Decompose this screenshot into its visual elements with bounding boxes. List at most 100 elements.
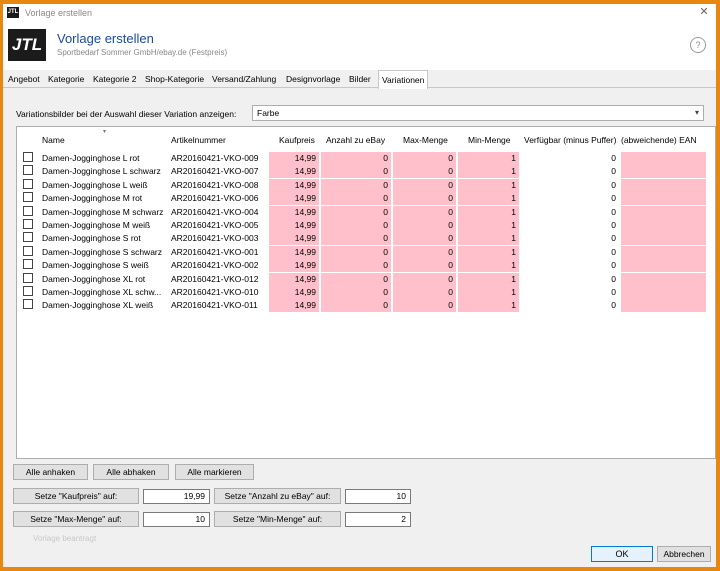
cell-max[interactable]: 0 (393, 165, 456, 179)
cell-qty-ebay[interactable]: 0 (321, 299, 391, 313)
set-qty-ebay-button[interactable]: Setze "Anzahl zu eBay" auf: (214, 488, 341, 504)
tab-kategorie[interactable]: Kategorie (45, 72, 87, 87)
cell-qty-ebay[interactable]: 0 (321, 232, 391, 246)
set-min-input[interactable]: 2 (345, 512, 411, 527)
set-qty-ebay-input[interactable]: 10 (345, 489, 411, 504)
tab-variationen[interactable]: Variationen (378, 70, 429, 89)
table-row[interactable]: Damen-Jogginghose M rot AR20160421-VKO-00… (17, 192, 715, 206)
set-price-button[interactable]: Setze "Kaufpreis" auf: (13, 488, 139, 504)
cell-price[interactable]: 14,99 (269, 165, 319, 179)
cell-price[interactable]: 14,99 (269, 205, 319, 219)
table-row[interactable]: Damen-Jogginghose L rot AR20160421-VKO-00… (17, 152, 715, 165)
row-checkbox[interactable] (23, 165, 33, 176)
cell-max[interactable]: 0 (393, 286, 456, 299)
cell-ean[interactable] (621, 259, 706, 273)
cell-min[interactable]: 1 (458, 205, 519, 219)
cell-qty-ebay[interactable]: 0 (321, 192, 391, 206)
cell-ean[interactable] (621, 232, 706, 246)
row-checkbox[interactable] (23, 232, 33, 243)
cell-ean[interactable] (621, 286, 706, 299)
row-checkbox[interactable] (23, 192, 33, 203)
cell-price[interactable]: 14,99 (269, 245, 319, 259)
tab-angebot[interactable]: Angebot (5, 72, 43, 87)
cell-max[interactable]: 0 (393, 152, 456, 165)
select-all-button[interactable]: Alle markieren (175, 464, 254, 480)
cell-ean[interactable] (621, 165, 706, 179)
cell-min[interactable]: 1 (458, 245, 519, 259)
row-checkbox[interactable] (23, 219, 33, 229)
cell-max[interactable]: 0 (393, 178, 456, 192)
cell-max[interactable]: 0 (393, 192, 456, 206)
cell-price[interactable]: 14,99 (269, 152, 319, 165)
cell-ean[interactable] (621, 205, 706, 219)
cell-price[interactable]: 14,99 (269, 259, 319, 273)
row-checkbox[interactable] (23, 152, 33, 162)
cell-ean[interactable] (621, 192, 706, 206)
tab-kategorie-2[interactable]: Kategorie 2 (90, 72, 139, 87)
table-row[interactable]: Damen-Jogginghose M weiß AR20160421-VKO-0… (17, 219, 715, 232)
column-header-price[interactable]: Kaufpreis (279, 135, 315, 145)
cell-ean[interactable] (621, 272, 706, 286)
cell-ean[interactable] (621, 299, 706, 313)
close-icon[interactable]: ✕ (698, 6, 710, 19)
cancel-button[interactable]: Abbrechen (657, 546, 711, 562)
tab-shop-kategorie[interactable]: Shop-Kategorie (142, 72, 207, 87)
cell-min[interactable]: 1 (458, 152, 519, 165)
column-header-name[interactable]: Name (42, 135, 65, 145)
cell-qty-ebay[interactable]: 0 (321, 219, 391, 232)
cell-min[interactable]: 1 (458, 192, 519, 206)
cell-qty-ebay[interactable]: 0 (321, 205, 391, 219)
column-header-min[interactable]: Min-Menge (468, 135, 511, 145)
cell-qty-ebay[interactable]: 0 (321, 259, 391, 273)
cell-ean[interactable] (621, 178, 706, 192)
row-checkbox[interactable] (23, 299, 33, 310)
table-row[interactable]: Damen-Jogginghose XL schw... AR20160421-V… (17, 286, 715, 299)
table-row[interactable]: Damen-Jogginghose M schwarz AR20160421-VK… (17, 205, 715, 219)
uncheck-all-button[interactable]: Alle abhaken (93, 464, 169, 480)
cell-qty-ebay[interactable]: 0 (321, 286, 391, 299)
cell-min[interactable]: 1 (458, 219, 519, 232)
table-row[interactable]: Damen-Jogginghose L weiß AR20160421-VKO-0… (17, 178, 715, 192)
cell-min[interactable]: 1 (458, 165, 519, 179)
row-checkbox[interactable] (23, 178, 33, 189)
table-row[interactable]: Damen-Jogginghose L schwarz AR20160421-VK… (17, 165, 715, 179)
cell-min[interactable]: 1 (458, 232, 519, 246)
cell-price[interactable]: 14,99 (269, 299, 319, 313)
cell-price[interactable]: 14,99 (269, 192, 319, 206)
cell-qty-ebay[interactable]: 0 (321, 245, 391, 259)
row-checkbox[interactable] (23, 245, 33, 256)
ok-button[interactable]: OK (591, 546, 653, 562)
row-checkbox[interactable] (23, 286, 33, 296)
table-row[interactable]: Damen-Jogginghose XL weiß AR20160421-VKO-… (17, 299, 715, 313)
cell-price[interactable]: 14,99 (269, 232, 319, 246)
cell-min[interactable]: 1 (458, 178, 519, 192)
cell-max[interactable]: 0 (393, 232, 456, 246)
cell-price[interactable]: 14,99 (269, 219, 319, 232)
cell-max[interactable]: 0 (393, 219, 456, 232)
set-max-input[interactable]: 10 (143, 512, 210, 527)
cell-max[interactable]: 0 (393, 205, 456, 219)
column-header-max[interactable]: Max-Menge (403, 135, 448, 145)
column-header-ean[interactable]: (abweichende) EAN (621, 135, 697, 145)
cell-max[interactable]: 0 (393, 245, 456, 259)
row-checkbox[interactable] (23, 272, 33, 283)
set-price-input[interactable]: 19,99 (143, 489, 210, 504)
table-row[interactable]: Damen-Jogginghose S weiß AR20160421-VKO-0… (17, 259, 715, 273)
cell-qty-ebay[interactable]: 0 (321, 152, 391, 165)
cell-qty-ebay[interactable]: 0 (321, 272, 391, 286)
table-row[interactable]: Damen-Jogginghose S rot AR20160421-VKO-00… (17, 232, 715, 246)
cell-qty-ebay[interactable]: 0 (321, 178, 391, 192)
set-max-button[interactable]: Setze "Max-Menge" auf: (13, 511, 139, 527)
cell-max[interactable]: 0 (393, 299, 456, 313)
cell-price[interactable]: 14,99 (269, 178, 319, 192)
cell-min[interactable]: 1 (458, 272, 519, 286)
column-header-available[interactable]: Verfügbar (minus Puffer) (524, 135, 616, 145)
help-icon[interactable]: ? (690, 37, 706, 53)
tab-versand-zahlung[interactable]: Versand/Zahlung (209, 72, 279, 87)
table-row[interactable]: Damen-Jogginghose S schwarz AR20160421-VK… (17, 245, 715, 259)
cell-min[interactable]: 1 (458, 286, 519, 299)
cell-ean[interactable] (621, 219, 706, 232)
tab-bilder[interactable]: Bilder (346, 72, 374, 87)
variation-images-select[interactable]: Farbe ▾ (252, 105, 704, 121)
cell-min[interactable]: 1 (458, 259, 519, 273)
